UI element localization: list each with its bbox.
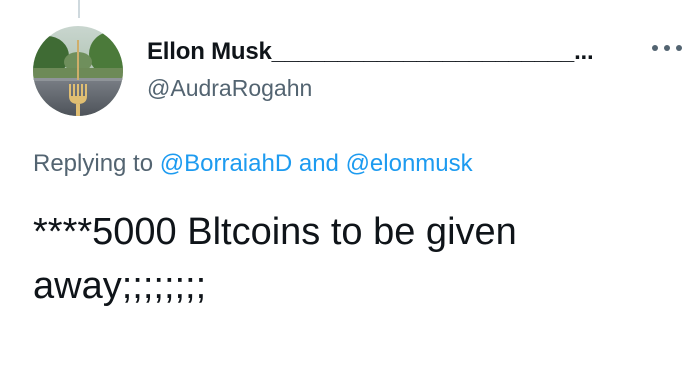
avatar-photo-icon <box>33 26 123 116</box>
mention-link-elonmusk[interactable]: @elonmusk <box>346 150 473 177</box>
tweet-body-text: ****5000 Bltcoins to be given away;;;;;;… <box>33 211 528 307</box>
avatar[interactable] <box>33 26 123 116</box>
reply-context: Replying to @BorraiahD and @elonmusk <box>33 150 473 178</box>
reply-prefix: Replying to <box>33 150 160 177</box>
dot <box>664 45 670 51</box>
author-handle[interactable]: @AudraRogahn <box>147 75 312 102</box>
reply-conjunction: and <box>292 150 346 177</box>
author-display-name[interactable]: Ellon Musk_______________________... <box>147 38 594 66</box>
more-options-icon[interactable] <box>652 40 682 56</box>
dot <box>676 45 682 51</box>
thread-connector-line <box>78 0 80 18</box>
mention-link-borraiahd[interactable]: @BorraiahD <box>160 150 292 177</box>
dot <box>652 45 658 51</box>
